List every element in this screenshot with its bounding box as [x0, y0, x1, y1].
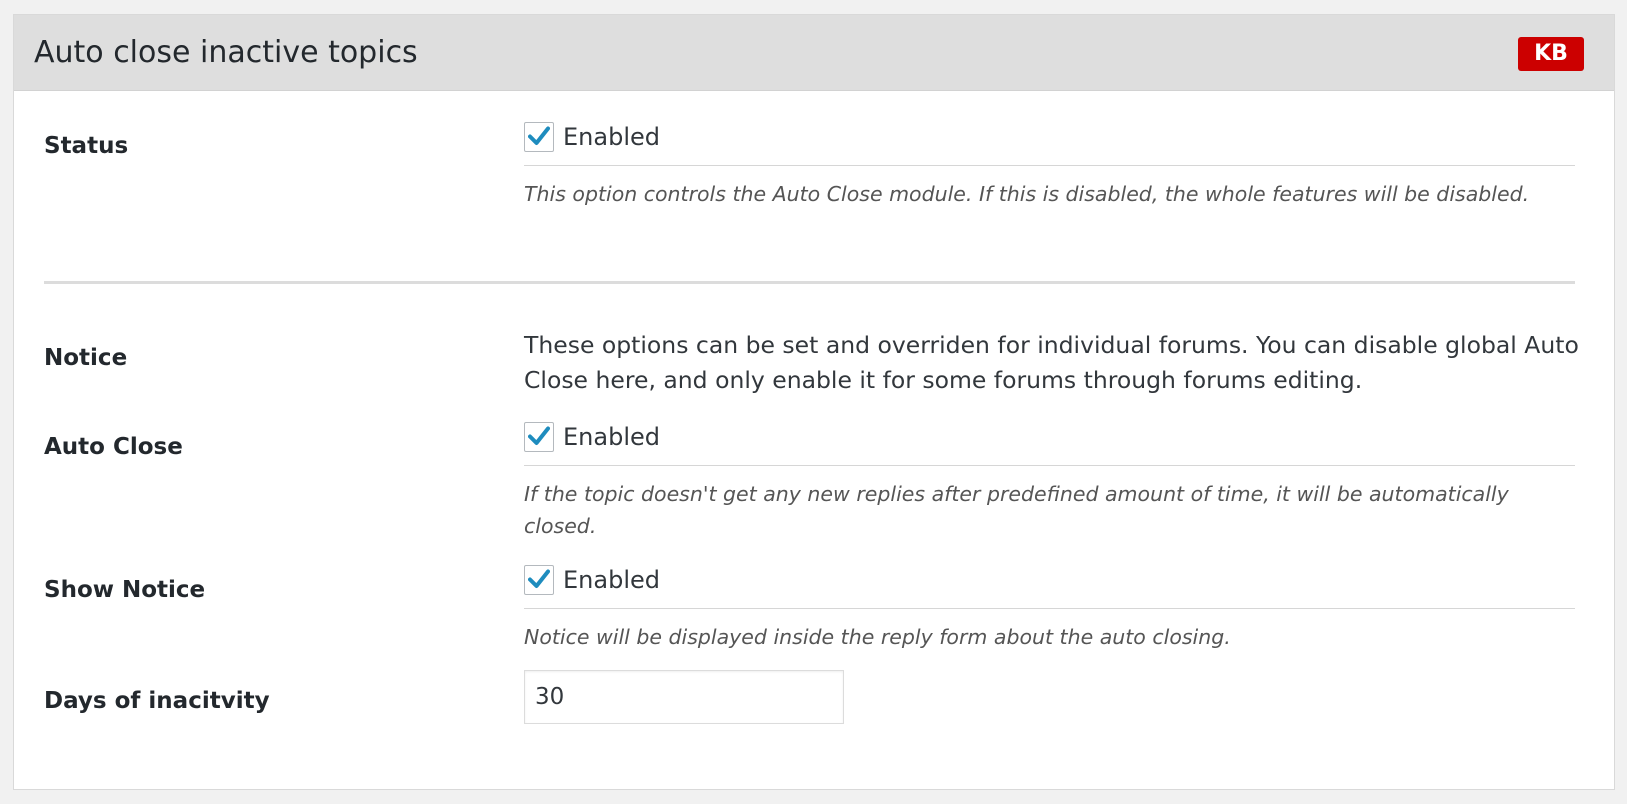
status-checkbox[interactable]	[524, 122, 554, 152]
auto-close-label: Auto Close	[44, 434, 183, 460]
panel-title: Auto close inactive topics	[34, 35, 418, 70]
status-checkbox-row: Enabled	[524, 121, 1575, 166]
status-label: Status	[44, 133, 129, 159]
show-notice-checkbox-label[interactable]: Enabled	[563, 564, 660, 596]
checkmark-icon	[528, 426, 550, 445]
days-label: Days of inacitvity	[44, 688, 270, 714]
auto-close-description: If the topic doesn't get any new replies…	[524, 482, 1509, 538]
show-notice-checkbox[interactable]	[524, 565, 554, 595]
auto-close-checkbox-label[interactable]: Enabled	[563, 421, 660, 453]
panel-header: Auto close inactive topics KB	[14, 15, 1614, 91]
checkmark-icon	[528, 126, 550, 145]
days-input[interactable]	[524, 670, 844, 724]
show-notice-description: Notice will be displayed inside the repl…	[524, 625, 1231, 649]
auto-close-checkbox[interactable]	[524, 422, 554, 452]
kb-badge[interactable]: KB	[1518, 37, 1584, 71]
status-field: Enabled This option controls the Auto Cl…	[524, 121, 1575, 210]
notice-label: Notice	[44, 345, 128, 371]
show-notice-label: Show Notice	[44, 577, 206, 603]
show-notice-field: Enabled Notice will be displayed inside …	[524, 564, 1575, 653]
show-notice-checkbox-row: Enabled	[524, 564, 1575, 609]
auto-close-field: Enabled If the topic doesn't get any new…	[524, 421, 1575, 542]
status-checkbox-label[interactable]: Enabled	[563, 121, 660, 153]
checkmark-icon	[528, 569, 550, 588]
settings-panel: Auto close inactive topics KB Status Ena…	[13, 14, 1615, 790]
auto-close-checkbox-row: Enabled	[524, 421, 1575, 466]
notice-text: These options can be set and overriden f…	[524, 331, 1579, 394]
section-divider	[44, 281, 1575, 284]
status-description: This option controls the Auto Close modu…	[524, 182, 1530, 206]
